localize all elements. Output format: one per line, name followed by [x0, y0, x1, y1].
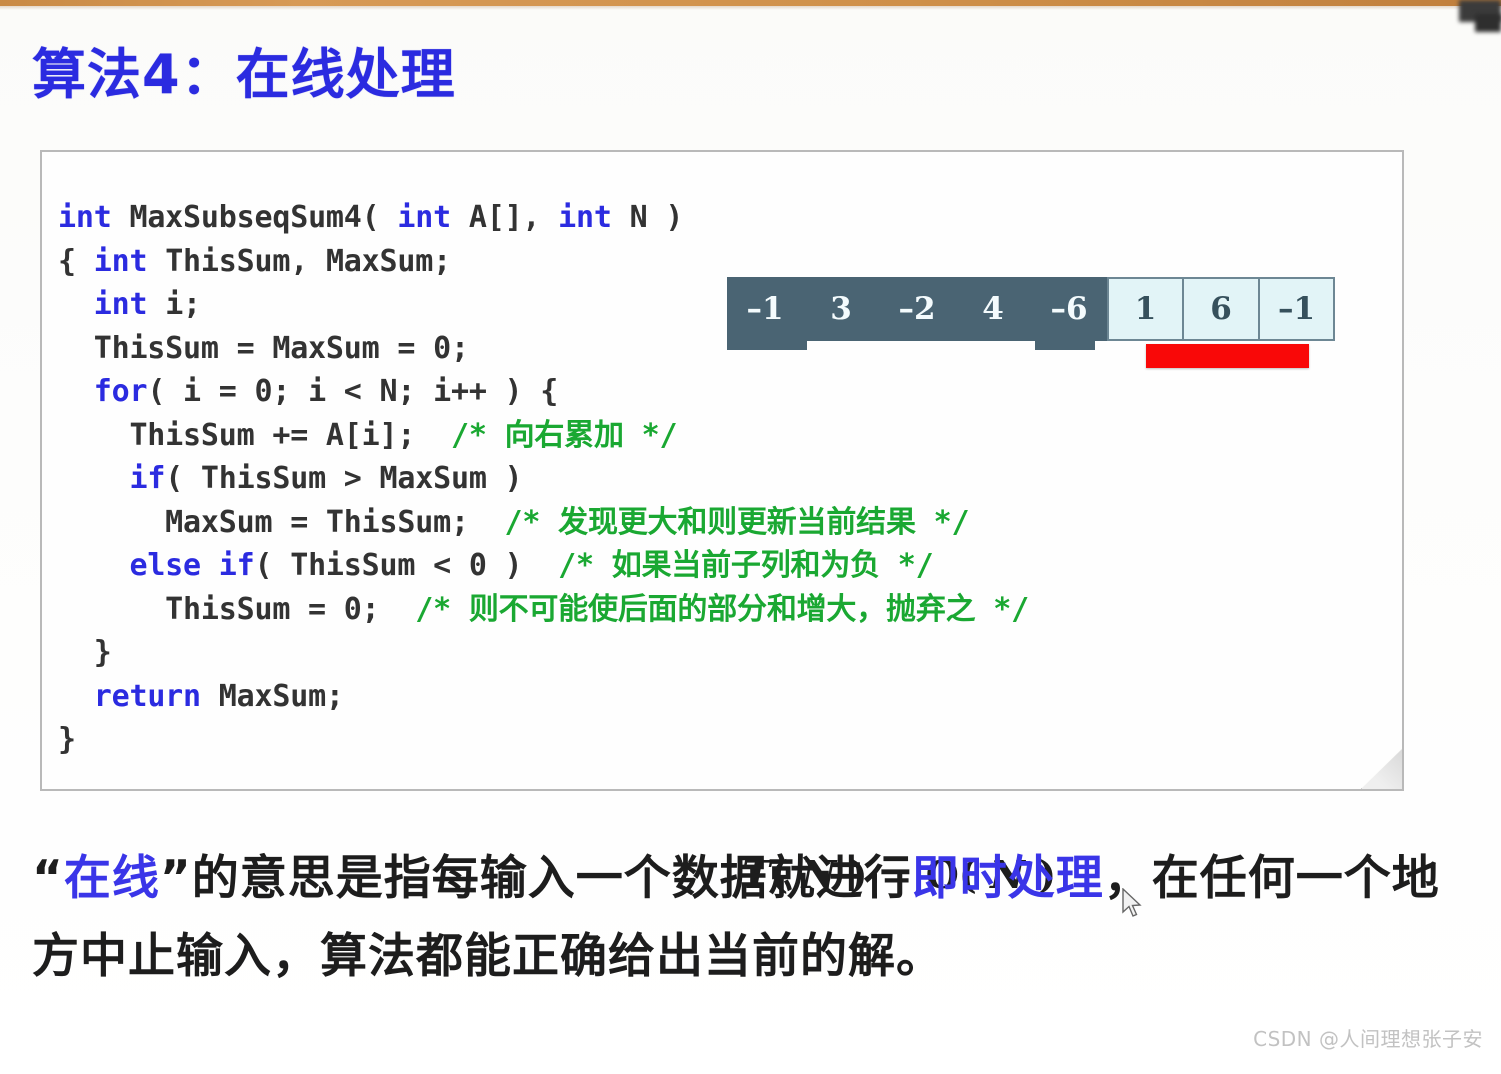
code-token-id: ( i = 0; i < N; i++ ) {: [147, 374, 559, 409]
code-token-cmz: 如果当前子列和为负: [611, 548, 880, 583]
code-line: { int ThisSum, MaxSum;: [58, 244, 451, 279]
code-line: int MaxSubseqSum4( int A[], int N ): [58, 200, 683, 235]
corner-overlay-blob-part-2: [1475, 14, 1501, 32]
array-cell: –6: [1031, 277, 1107, 341]
array-cell: –1: [727, 277, 803, 341]
array-cell: 6: [1183, 277, 1259, 341]
code-token-id: }: [58, 635, 112, 670]
array-diagram: –1 3 –2 4 –6 1 6 –1: [727, 277, 1335, 350]
array-cell: 3: [803, 277, 879, 341]
code-token-kw: if: [129, 461, 166, 496]
code-token-id: ThisSum += A[i];: [58, 417, 451, 453]
code-line: ThisSum += A[i]; /* 向右累加 */: [58, 418, 677, 453]
code-token-cm: /*: [450, 417, 505, 453]
code-card: int MaxSubseqSum4( int A[], int N ) { in…: [40, 150, 1404, 897]
code-line: ThisSum = 0; /* 则不可能使后面的部分和增大，抛弃之 */: [58, 592, 1029, 627]
csdn-watermark: CSDN @人间理想张子安: [1253, 1027, 1483, 1051]
code-token-id: [58, 679, 94, 714]
code-token-cm: */: [915, 504, 970, 540]
code-line: }: [58, 635, 112, 670]
code-token-cmz: 发现更大和则更新当前结果: [558, 504, 916, 540]
code-line: ThisSum = MaxSum = 0;: [58, 331, 469, 366]
code-token-id: {: [58, 243, 94, 279]
code-token-id: MaxSubseqSum4(: [111, 200, 398, 235]
current-subsequence-highlight-bar: [1146, 344, 1309, 368]
code-token-id: ( ThisSum < 0 ): [254, 548, 559, 583]
code-token-kw: int: [93, 243, 148, 279]
code-token-cmz: 则不可能使后面的部分和增大，抛弃之: [468, 591, 976, 627]
code-token-cm: /*: [415, 591, 469, 627]
array-cell: –1: [1259, 277, 1335, 341]
code-line: int i;: [58, 287, 201, 322]
code-token-id: MaxSum;: [200, 678, 344, 714]
code-token-cm: */: [879, 548, 934, 583]
code-token-id: A[],: [450, 200, 559, 235]
code-token-id: [58, 461, 129, 496]
code-token-kw: else if: [129, 548, 255, 583]
code-token-kw: return: [93, 678, 201, 714]
code-token-kw: int: [558, 200, 612, 235]
highlighted-term: 在线: [63, 851, 160, 906]
explanation-paragraph: “在线”的意思是指每输入一个数据就进行即时处理，在任何一个地方中止输入，算法都能…: [32, 840, 1462, 996]
code-token-cm: /*: [504, 504, 559, 540]
array-cell: –2: [879, 277, 955, 341]
code-token-cm: */: [623, 417, 678, 453]
code-token-kw: int: [397, 200, 451, 235]
page-title: 算法4：在线处理: [32, 43, 456, 106]
code-token-id: ThisSum, MaxSum;: [147, 243, 451, 279]
code-line: else if( ThisSum < 0 ) /* 如果当前子列和为负 */: [58, 548, 934, 583]
paragraph-text: “: [32, 851, 64, 906]
code-line: return MaxSum;: [58, 679, 344, 714]
corner-overlay-blob: [1445, 0, 1501, 34]
array-notch: [1035, 341, 1095, 350]
code-token-id: N ): [611, 200, 684, 235]
array-cell: 1: [1107, 277, 1183, 341]
paragraph-text: ”的意思是指每输入一个数据就进行: [159, 851, 912, 906]
code-token-cm: /*: [558, 548, 612, 583]
code-line: if( ThisSum > MaxSum ): [58, 461, 522, 496]
code-token-id: }: [58, 722, 76, 757]
code-token-id: [58, 548, 129, 583]
code-token-kw: int: [93, 287, 148, 322]
slide-canvas: 算法4：在线处理 int MaxSubseqSum4( int A[], int…: [0, 0, 1501, 1074]
code-token-id: i;: [147, 287, 201, 322]
mouse-cursor-icon: [1122, 888, 1142, 917]
code-line: for( i = 0; i < N; i++ ) {: [58, 374, 559, 409]
code-token-id: ThisSum = MaxSum = 0;: [58, 330, 469, 366]
code-token-kw: int: [58, 200, 112, 235]
array-cell: 4: [955, 277, 1031, 341]
code-token-id: ThisSum = 0;: [58, 591, 416, 627]
code-line: MaxSum = ThisSum; /* 发现更大和则更新当前结果 */: [58, 505, 969, 540]
code-token-kw: for: [93, 374, 148, 409]
code-token-id: [58, 374, 94, 409]
code-token-id: [58, 287, 94, 322]
code-token-id: ( ThisSum > MaxSum ): [165, 461, 523, 496]
top-accent-rule-shadow: [0, 6, 1501, 10]
code-token-id: MaxSum = ThisSum;: [58, 504, 505, 540]
code-token-cmz: 向右累加: [504, 417, 624, 453]
highlighted-term: 即时处理: [911, 851, 1104, 906]
code-token-cm: */: [975, 591, 1030, 627]
array-notch: [727, 341, 807, 350]
code-line: }: [58, 722, 76, 757]
